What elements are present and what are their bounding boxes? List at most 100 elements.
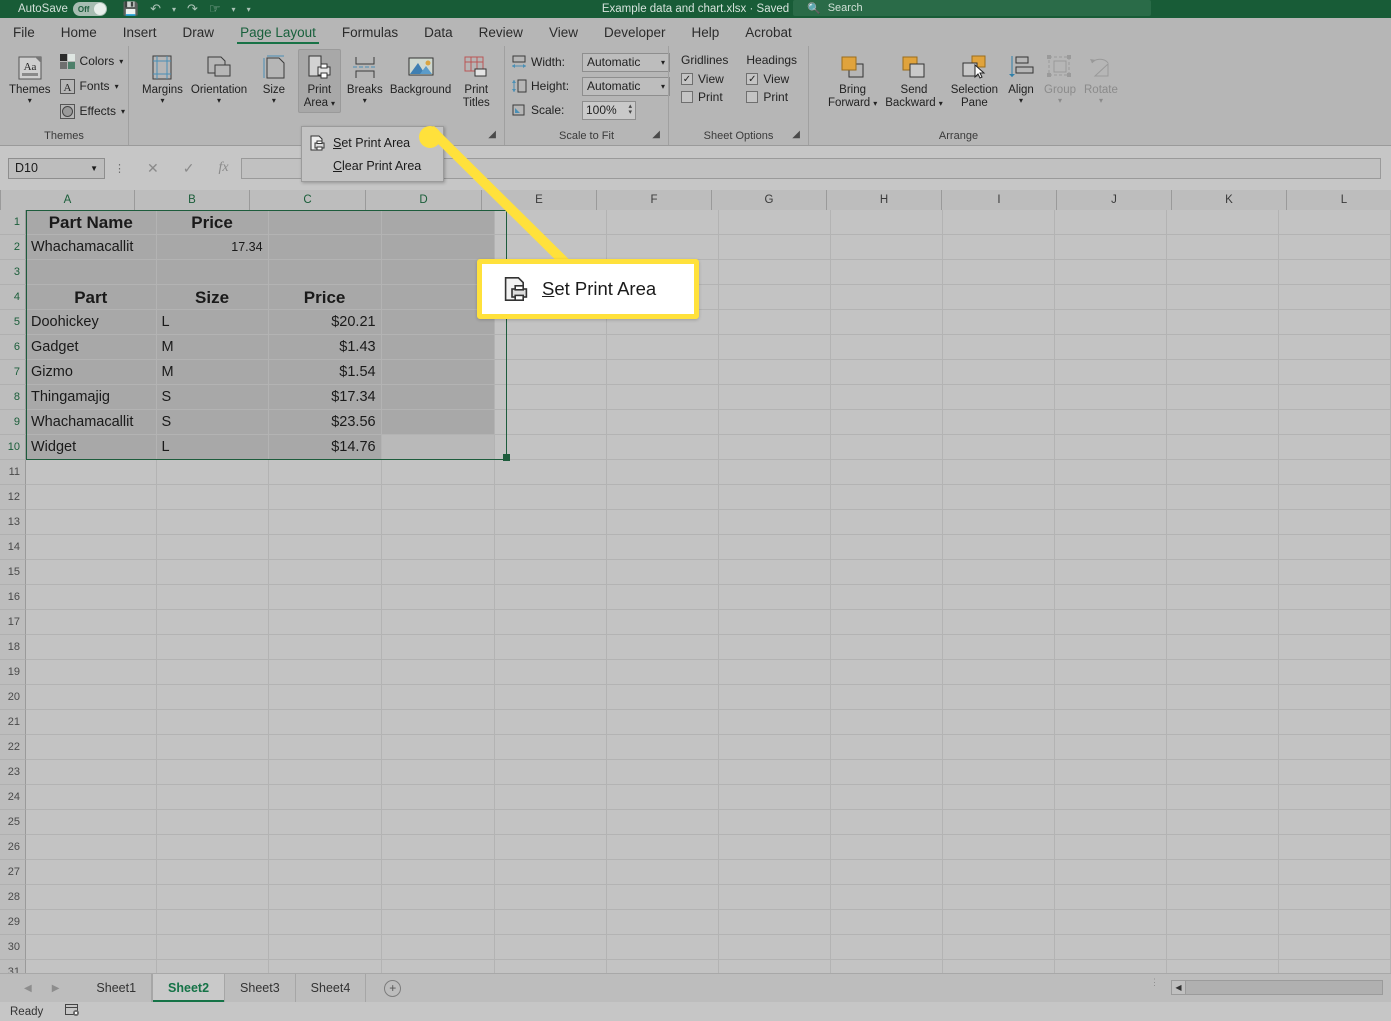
cell-H9[interactable] [830,410,943,435]
cell-J4[interactable] [1054,285,1167,310]
cell-F8[interactable] [606,385,719,410]
cell-C23[interactable] [268,760,382,785]
cell-G30[interactable] [718,935,831,960]
cell-J19[interactable] [1054,660,1167,685]
cell-G11[interactable] [718,460,831,485]
row-header-13[interactable]: 13 [0,510,26,535]
cell-K3[interactable] [1166,260,1279,285]
tab-file[interactable]: File [0,23,48,46]
cell-J17[interactable] [1054,610,1167,635]
cell-L21[interactable] [1278,710,1391,735]
cell-H28[interactable] [830,885,943,910]
cell-K24[interactable] [1166,785,1279,810]
cell-K13[interactable] [1166,510,1279,535]
cell-F29[interactable] [606,910,719,935]
cell-C11[interactable] [268,460,382,485]
row-header-7[interactable]: 7 [0,360,26,385]
cell-A29[interactable] [26,910,157,935]
cell-G21[interactable] [718,710,831,735]
cell-J16[interactable] [1054,585,1167,610]
chevron-down-icon[interactable]: ▾ [628,109,632,116]
print-area-button[interactable]: Print Area ▾ [297,49,342,113]
row-header-27[interactable]: 27 [0,860,26,885]
cell-C4[interactable]: Price [268,285,382,310]
chevron-down-icon[interactable]: ▾ [363,97,367,105]
cell-F25[interactable] [606,810,719,835]
cell-I22[interactable] [942,735,1055,760]
cell-A18[interactable] [26,635,157,660]
quick-access-toolbar[interactable]: 💾 ↶ ▾ ↷ ☞ ▾ ▾ [123,1,251,17]
tab-data[interactable]: Data [411,23,466,46]
chevron-down-icon[interactable]: ▼ [90,164,98,172]
headings-print-checkbox[interactable]: Print [746,90,788,104]
column-header-H[interactable]: H [827,190,942,210]
cell-L28[interactable] [1278,885,1391,910]
column-header-B[interactable]: B [135,190,250,210]
cell-H31[interactable] [830,960,943,973]
cell-K21[interactable] [1166,710,1279,735]
cell-F16[interactable] [606,585,719,610]
gridlines-view-checkbox[interactable]: ✓ View [681,72,724,86]
cell-H18[interactable] [830,635,943,660]
cell-F22[interactable] [606,735,719,760]
chevron-down-icon[interactable]: ▾ [121,107,125,115]
cell-F20[interactable] [606,685,719,710]
cell-J3[interactable] [1054,260,1167,285]
spinner-arrows[interactable]: ▴ ▾ [628,103,632,116]
sheet-bar-splitter[interactable]: ⋮ [1150,978,1159,987]
cell-K5[interactable] [1166,310,1279,335]
cell-K2[interactable] [1166,235,1279,260]
bring-forward-button[interactable]: Bring Forward ▾ [825,49,880,113]
cell-E1[interactable] [494,210,607,235]
autosave-switch[interactable]: Off [72,2,107,16]
cell-J11[interactable] [1054,460,1167,485]
cell-J20[interactable] [1054,685,1167,710]
cell-H6[interactable] [830,335,943,360]
cell-I30[interactable] [942,935,1055,960]
chevron-down-icon[interactable]: ▾ [28,97,32,105]
cell-H4[interactable] [830,285,943,310]
cell-E15[interactable] [494,560,607,585]
cell-G25[interactable] [718,810,831,835]
tab-insert[interactable]: Insert [110,23,170,46]
cell-C27[interactable] [268,860,382,885]
cell-E16[interactable] [494,585,607,610]
cell-L17[interactable] [1278,610,1391,635]
cell-A31[interactable] [26,960,157,973]
cell-B8[interactable]: S [156,385,269,410]
column-header-K[interactable]: K [1172,190,1287,210]
cell-I29[interactable] [942,910,1055,935]
cell-A1[interactable]: Part Name [26,210,157,235]
cell-A28[interactable] [26,885,157,910]
cell-H3[interactable] [830,260,943,285]
cell-G5[interactable] [718,310,831,335]
cell-K7[interactable] [1166,360,1279,385]
cell-F14[interactable] [606,535,719,560]
cell-K29[interactable] [1166,910,1279,935]
cell-I15[interactable] [942,560,1055,585]
cell-J24[interactable] [1054,785,1167,810]
cell-A8[interactable]: Thingamajig [26,385,157,410]
headings-view-checkbox[interactable]: ✓ View [746,72,789,86]
cell-K22[interactable] [1166,735,1279,760]
chevron-down-icon[interactable]: ▾ [331,99,335,107]
cell-A30[interactable] [26,935,157,960]
chevron-down-icon[interactable]: ▾ [119,57,123,65]
cell-E10[interactable] [494,435,607,460]
chevron-down-icon[interactable]: ▾ [160,97,164,105]
cell-L9[interactable] [1278,410,1391,435]
cell-L24[interactable] [1278,785,1391,810]
cell-A22[interactable] [26,735,157,760]
cell-B24[interactable] [156,785,269,810]
cell-G8[interactable] [718,385,831,410]
margins-button[interactable]: Margins ▾ [139,49,186,108]
cell-H20[interactable] [830,685,943,710]
cell-C19[interactable] [268,660,382,685]
cell-G29[interactable] [718,910,831,935]
send-backward-button[interactable]: Send Backward ▾ [882,49,946,113]
cell-J7[interactable] [1054,360,1167,385]
checkbox-checked-icon[interactable]: ✓ [681,73,693,85]
cell-E13[interactable] [494,510,607,535]
cell-A16[interactable] [26,585,157,610]
cell-A26[interactable] [26,835,157,860]
